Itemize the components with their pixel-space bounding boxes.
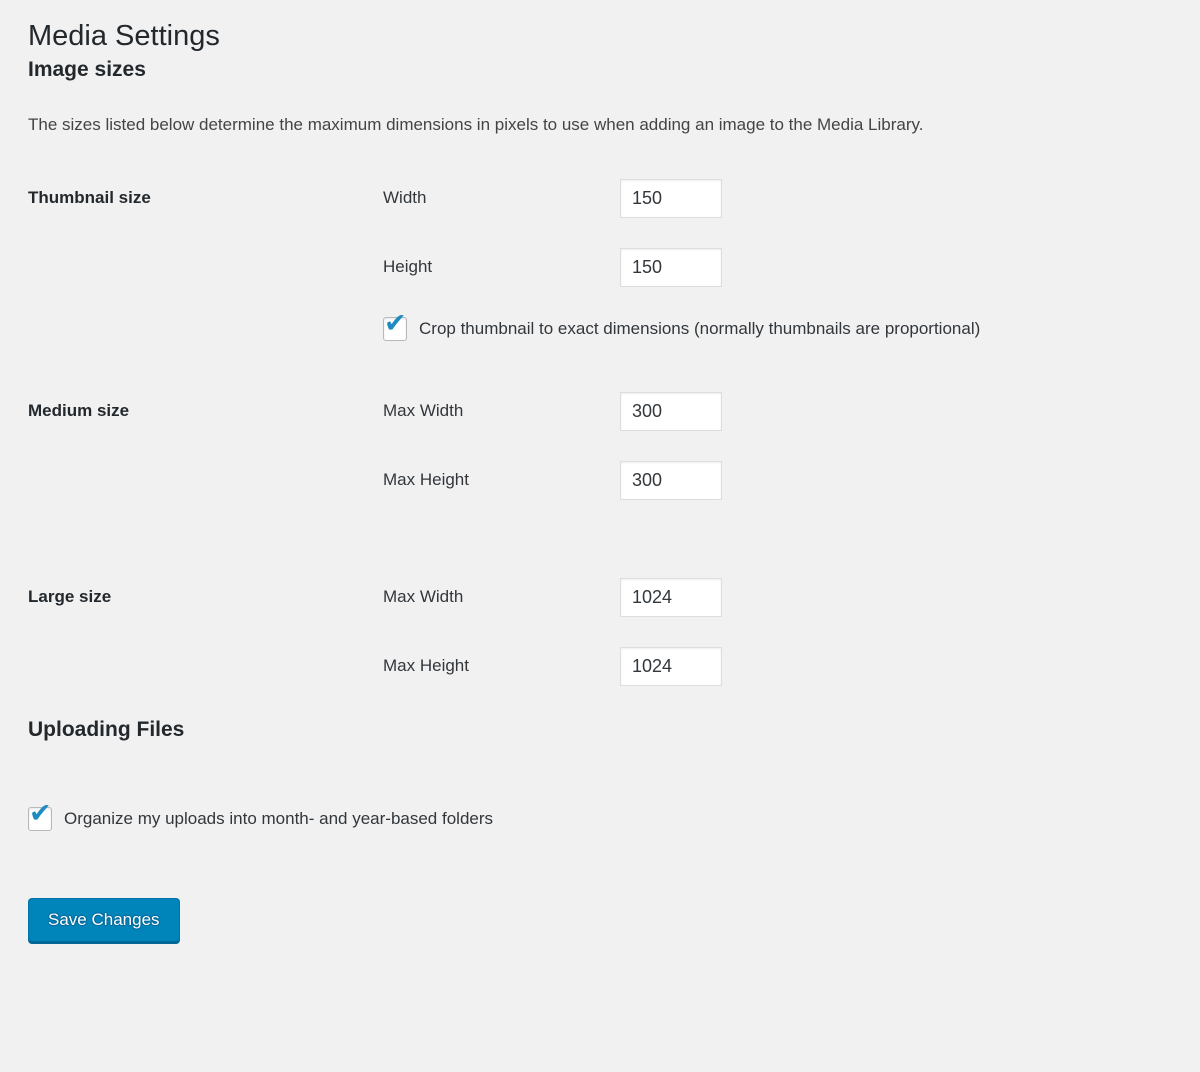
thumbnail-height-row: Height — [383, 248, 1180, 287]
page-title: Media Settings — [28, 18, 1180, 56]
thumbnail-height-input[interactable] — [620, 248, 722, 287]
image-sizes-description: The sizes listed below determine the max… — [28, 113, 1180, 137]
large-max-width-input[interactable] — [620, 578, 722, 617]
large-max-height-row: Max Height — [383, 647, 1180, 686]
large-size-label: Large size — [28, 578, 383, 607]
medium-max-height-input[interactable] — [620, 461, 722, 500]
large-max-width-label: Max Width — [383, 587, 620, 607]
medium-size-group: Medium size Max Width Max Height — [28, 392, 1180, 530]
checkmark-icon: ✔ — [29, 800, 52, 827]
medium-max-height-row: Max Height — [383, 461, 1180, 500]
medium-max-height-label: Max Height — [383, 470, 620, 490]
medium-max-width-label: Max Width — [383, 401, 620, 421]
thumbnail-size-label: Thumbnail size — [28, 179, 383, 208]
thumbnail-width-label: Width — [383, 188, 620, 208]
thumbnail-width-row: Width — [383, 179, 1180, 218]
medium-size-label: Medium size — [28, 392, 383, 421]
medium-max-width-row: Max Width — [383, 392, 1180, 431]
large-max-height-input[interactable] — [620, 647, 722, 686]
crop-thumbnail-checkbox[interactable]: ✔ — [383, 317, 407, 341]
submit-area: Save Changes — [28, 898, 1180, 970]
large-max-width-row: Max Width — [383, 578, 1180, 617]
thumbnail-width-input[interactable] — [620, 179, 722, 218]
organize-uploads-row: ✔ Organize my uploads into month- and ye… — [28, 807, 1180, 831]
thumbnail-size-group: Thumbnail size Width Height ✔ Crop thumb… — [28, 179, 1180, 371]
save-changes-button[interactable]: Save Changes — [28, 898, 180, 942]
thumbnail-height-label: Height — [383, 257, 620, 277]
large-size-group: Large size Max Width Max Height — [28, 578, 1180, 716]
crop-thumbnail-label[interactable]: Crop thumbnail to exact dimensions (norm… — [419, 319, 980, 339]
uploading-files-heading: Uploading Files — [28, 716, 1180, 743]
organize-uploads-label[interactable]: Organize my uploads into month- and year… — [64, 809, 493, 829]
checkmark-icon: ✔ — [384, 310, 407, 337]
large-max-height-label: Max Height — [383, 656, 620, 676]
medium-max-width-input[interactable] — [620, 392, 722, 431]
image-sizes-heading: Image sizes — [28, 56, 1180, 83]
media-settings-page: Media Settings Image sizes The sizes lis… — [0, 0, 1200, 970]
crop-thumbnail-row: ✔ Crop thumbnail to exact dimensions (no… — [383, 317, 1180, 341]
organize-uploads-checkbox[interactable]: ✔ — [28, 807, 52, 831]
